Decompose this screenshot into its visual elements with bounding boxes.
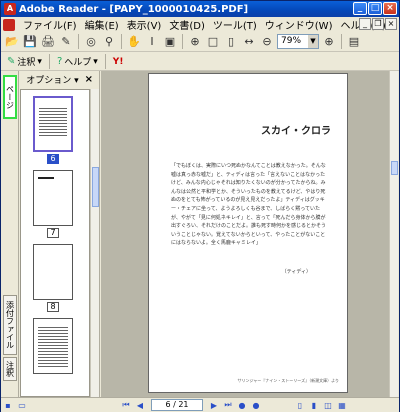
thumbnail-scroll-thumb[interactable]: [92, 167, 99, 207]
page-number-6: 6: [47, 154, 59, 164]
options-menu[interactable]: オプション ▾: [26, 73, 78, 86]
open-icon[interactable]: 📂: [4, 34, 20, 50]
prev-page-button[interactable]: ◀: [133, 399, 147, 411]
help-label: ヘルプ: [64, 58, 92, 68]
menu-bar: ファイル(F) 編集(E) 表示(V) 文書(D) ツール(T) ウィンドウ(W…: [1, 17, 399, 32]
continuous-icon[interactable]: ▮: [307, 399, 321, 411]
annotate-button[interactable]: ✎ 注釈 ▾: [5, 55, 44, 68]
title-bar: A Adobe Reader - [PAPY_1000010425.PDF] _…: [1, 1, 399, 17]
annotate-icon: ✎: [7, 56, 16, 67]
page-footer: サリンジャー『ナイン・ストーリーズ』（新潮文庫）より: [237, 378, 339, 383]
left-tab-strip: ページ 添付ファイル 注釈: [1, 71, 19, 397]
menu-document[interactable]: 文書(D): [165, 17, 209, 32]
page-layout-icon[interactable]: ▤: [346, 34, 362, 50]
zoom-value: 79%: [281, 36, 302, 46]
pdf-page: スカイ・クロラ 「でもぼくは、実際にいつ死ぬかなんてことは教えなかった。そんな嘘…: [148, 73, 348, 393]
next-page-button[interactable]: ▶: [207, 399, 221, 411]
menu-file[interactable]: ファイル(F): [19, 17, 81, 32]
hand-tool-icon[interactable]: ✋: [126, 34, 142, 50]
zoom-out-icon[interactable]: ⊖: [259, 34, 275, 50]
close-button[interactable]: ×: [383, 2, 397, 15]
tab-comments[interactable]: 注釈: [3, 357, 17, 381]
facing-icon[interactable]: ◫: [321, 399, 335, 411]
search-icon[interactable]: ⚲: [101, 34, 117, 50]
tab-pages[interactable]: ページ: [3, 75, 17, 119]
page-thumbnail-panel: オプション ▾ × 6 7 8: [20, 71, 100, 397]
fit-width-icon[interactable]: ↔: [241, 34, 257, 50]
menu-edit[interactable]: 編集(E): [81, 17, 123, 32]
page-size-icon[interactable]: ▭: [15, 399, 29, 411]
main-toolbar: 📂 💾 🖨 ✎ ◎ ⚲ ✋ I ▣ ⊕ □ ▯ ↔ ⊖ 79% ▼ ⊕ ▤: [1, 32, 399, 52]
page-number-8: 8: [47, 302, 59, 312]
attribution: （ティディ）: [281, 269, 311, 275]
actual-size-icon[interactable]: □: [205, 34, 221, 50]
page-number-7: 7: [47, 228, 59, 238]
forward-button[interactable]: ●: [249, 399, 263, 411]
thumbnail-list[interactable]: 6 7 8: [20, 89, 90, 397]
page-number-field[interactable]: 6 / 21: [151, 399, 203, 411]
app-window: A Adobe Reader - [PAPY_1000010425.PDF] _…: [0, 0, 400, 412]
annotate-label: 注釈: [17, 58, 36, 68]
email-icon[interactable]: ✎: [58, 34, 74, 50]
chevron-down-icon: ▾: [93, 56, 98, 67]
last-page-button[interactable]: ⏭: [221, 399, 235, 411]
page-thumbnail-6[interactable]: [33, 96, 73, 152]
snapshot-icon[interactable]: ▣: [162, 34, 178, 50]
document-scrollbar[interactable]: [389, 71, 398, 397]
menu-tools[interactable]: ツール(T): [209, 17, 261, 32]
first-page-button[interactable]: ⏮: [119, 399, 133, 411]
save-icon[interactable]: 💾: [22, 34, 38, 50]
help-icon: ?: [56, 56, 63, 67]
select-text-icon[interactable]: I: [144, 34, 160, 50]
window-title: Adobe Reader - [PAPY_1000010425.PDF]: [19, 3, 249, 15]
thumbnail-scrollbar[interactable]: [90, 89, 99, 397]
maximize-button[interactable]: □: [368, 2, 382, 15]
document-scroll-thumb[interactable]: [391, 161, 398, 175]
zoom-level-select[interactable]: 79% ▼: [277, 34, 319, 49]
fit-page-icon[interactable]: ▯: [223, 34, 239, 50]
minimize-button[interactable]: _: [353, 2, 367, 15]
single-page-icon[interactable]: ▯: [293, 399, 307, 411]
document-view[interactable]: スカイ・クロラ 「でもぼくは、実際にいつ死ぬかなんてことは教えなかった。そんな嘘…: [101, 71, 390, 397]
page-body-text: 「でもぼくは、実際にいつ死ぬかなんてことは教えなかった。そんな嘘は真っ赤な嘘だ」…: [171, 163, 327, 247]
zoom-in-icon[interactable]: ⊕: [187, 34, 203, 50]
continuous-facing-icon[interactable]: ▦: [335, 399, 349, 411]
document-icon[interactable]: [3, 18, 15, 31]
stamp-icon[interactable]: ◎: [83, 34, 99, 50]
panel-close-icon[interactable]: ×: [85, 74, 93, 85]
page-thumbnail-8[interactable]: [33, 244, 73, 300]
back-button[interactable]: ●: [235, 399, 249, 411]
chevron-down-icon: ▾: [37, 56, 42, 67]
page-thumbnail-7[interactable]: [33, 170, 73, 226]
menu-view[interactable]: 表示(V): [123, 17, 166, 32]
doc-minimize-button[interactable]: _: [359, 18, 371, 30]
print-icon[interactable]: 🖨: [40, 34, 56, 50]
menu-window[interactable]: ウィンドウ(W): [261, 17, 337, 32]
save-status-icon[interactable]: ▪: [1, 399, 15, 411]
status-bar: ▪ ▭ ⏮ ◀ 6 / 21 ▶ ⏭ ● ● ▯ ▮ ◫ ▦: [1, 397, 399, 412]
yahoo-button[interactable]: Y!: [111, 57, 126, 67]
help-button[interactable]: ? ヘルプ ▾: [55, 55, 100, 68]
page-thumbnail-9[interactable]: [33, 318, 73, 374]
secondary-toolbar: ✎ 注釈 ▾ ? ヘルプ ▾ Y!: [1, 53, 399, 71]
yahoo-label: Y!: [112, 56, 124, 67]
adobe-reader-icon: A: [4, 3, 16, 15]
zoom-in-plus-icon[interactable]: ⊕: [321, 34, 337, 50]
doc-restore-button[interactable]: ❐: [372, 18, 384, 30]
doc-close-button[interactable]: ×: [385, 18, 397, 30]
chevron-down-icon[interactable]: ▼: [308, 35, 318, 48]
page-heading: スカイ・クロラ: [261, 126, 331, 137]
tab-attachments[interactable]: 添付ファイル: [3, 295, 17, 355]
